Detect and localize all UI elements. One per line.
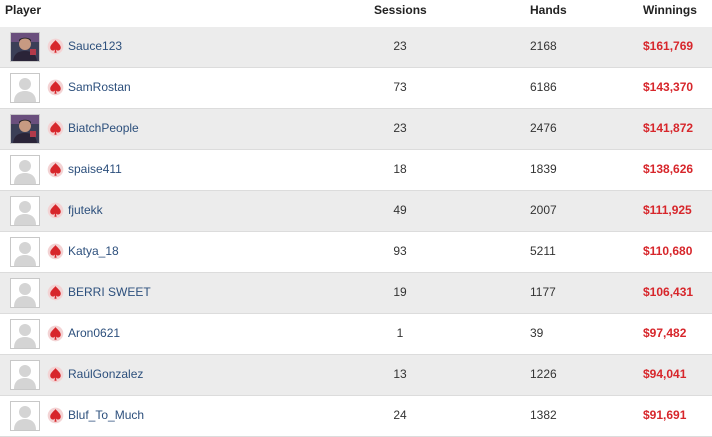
table-row[interactable]: Katya_18 93 5211 $110,680 [0,232,712,273]
spade-icon [47,366,64,383]
player-name-link[interactable]: spaise411 [68,162,122,176]
table-row[interactable]: spaise411 18 1839 $138,626 [0,150,712,191]
column-header-hands[interactable]: Hands [530,3,567,17]
winnings-value: $97,482 [643,326,687,340]
spade-icon [47,79,64,96]
avatar[interactable] [10,114,40,144]
table-body: Sauce123 23 2168 $161,769 SamRostan 73 6186 $14… [0,27,712,437]
spade-icon [47,38,64,55]
hands-value: 1382 [530,408,557,422]
table-row[interactable]: BERRI SWEET 19 1177 $106,431 [0,273,712,314]
spade-icon [47,407,64,424]
player-name-link[interactable]: fjutekk [68,203,103,217]
player-name-link[interactable]: RaúlGonzalez [68,367,143,381]
hands-value: 1226 [530,367,557,381]
hands-value: 2168 [530,39,557,53]
hands-value: 39 [530,326,544,340]
winnings-value: $110,680 [643,244,693,258]
avatar[interactable] [10,360,40,390]
spade-icon [47,243,64,260]
player-name-link[interactable]: Aron0621 [68,326,120,340]
winnings-value: $138,626 [643,162,694,176]
sessions-value: 93 [393,244,407,258]
winnings-value: $94,041 [643,367,687,381]
spade-icon [47,202,64,219]
sessions-value: 23 [393,39,407,53]
winnings-value: $161,769 [643,39,694,53]
hands-value: 6186 [530,80,557,94]
winnings-value: $143,370 [643,80,694,94]
spade-icon [47,120,64,137]
player-name-link[interactable]: Sauce123 [68,39,122,53]
sessions-value: 13 [393,367,407,381]
avatar[interactable] [10,32,40,62]
table-row[interactable]: BiatchPeople 23 2476 $141,872 [0,109,712,150]
avatar[interactable] [10,237,40,267]
column-header-winnings[interactable]: Winnings [643,3,697,17]
column-header-sessions[interactable]: Sessions [374,3,427,17]
player-name-link[interactable]: Katya_18 [68,244,119,258]
player-name-link[interactable]: SamRostan [68,80,131,94]
spade-icon [47,161,64,178]
leaderboard-table: Player Sessions Hands Winnings Sauce123 2… [0,0,712,437]
sessions-value: 23 [393,121,407,135]
hands-value: 1839 [530,162,557,176]
spade-icon [47,325,64,342]
sessions-value: 49 [393,203,407,217]
table-row[interactable]: fjutekk 49 2007 $111,925 [0,191,712,232]
column-header-player[interactable]: Player [5,3,41,17]
player-name-link[interactable]: Bluf_To_Much [68,408,144,422]
winnings-value: $111,925 [643,203,692,217]
avatar[interactable] [10,278,40,308]
table-row[interactable]: RaúlGonzalez 13 1226 $94,041 [0,355,712,396]
avatar[interactable] [10,319,40,349]
sessions-value: 73 [393,80,407,94]
hands-value: 1177 [530,285,556,299]
sessions-value: 24 [393,408,407,422]
hands-value: 2007 [530,203,557,217]
player-name-link[interactable]: BiatchPeople [68,121,139,135]
table-row[interactable]: SamRostan 73 6186 $143,370 [0,68,712,109]
table-row[interactable]: Sauce123 23 2168 $161,769 [0,27,712,68]
avatar[interactable] [10,401,40,431]
player-name-link[interactable]: BERRI SWEET [68,285,151,299]
avatar[interactable] [10,155,40,185]
table-row[interactable]: Bluf_To_Much 24 1382 $91,691 [0,396,712,437]
hands-value: 5211 [530,244,556,258]
sessions-value: 18 [393,162,407,176]
winnings-value: $106,431 [643,285,694,299]
avatar[interactable] [10,196,40,226]
hands-value: 2476 [530,121,557,135]
spade-icon [47,284,64,301]
table-row[interactable]: Aron0621 1 39 $97,482 [0,314,712,355]
sessions-value: 19 [393,285,407,299]
winnings-value: $141,872 [643,121,694,135]
sessions-value: 1 [396,326,404,340]
avatar[interactable] [10,73,40,103]
winnings-value: $91,691 [643,408,687,422]
table-header: Player Sessions Hands Winnings [0,0,712,27]
